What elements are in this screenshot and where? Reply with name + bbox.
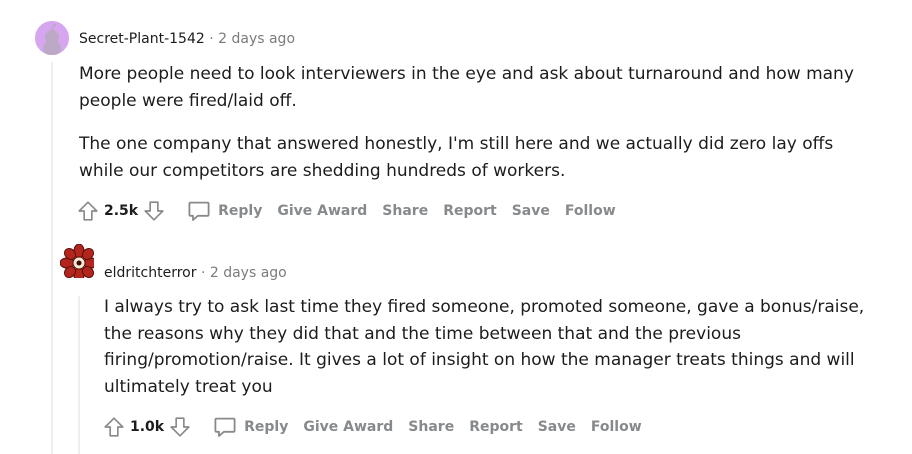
comment-body: More people need to look interviewers in… bbox=[79, 61, 879, 184]
thread-line-2[interactable] bbox=[78, 296, 80, 454]
vote-count: 1.0k bbox=[130, 419, 165, 435]
comment-meta: eldritchterror · 2 days ago bbox=[104, 264, 287, 282]
follow-button[interactable]: Follow bbox=[591, 419, 642, 435]
report-button[interactable]: Report bbox=[443, 203, 497, 219]
reply-label: Reply bbox=[244, 419, 289, 435]
comment-meta: Secret-Plant-1542 · 2 days ago bbox=[79, 30, 295, 48]
avatar[interactable] bbox=[35, 21, 69, 55]
upvote-arrow-icon[interactable] bbox=[76, 199, 100, 223]
speech-bubble-icon bbox=[213, 415, 237, 439]
avatar[interactable] bbox=[60, 244, 94, 278]
timestamp[interactable]: 2 days ago bbox=[218, 31, 295, 47]
comment-actions: 2.5k Reply Give Award Share Report Save … bbox=[76, 197, 616, 225]
demogorgon-avatar-icon bbox=[60, 244, 94, 278]
follow-button[interactable]: Follow bbox=[565, 203, 616, 219]
speech-bubble-icon bbox=[187, 199, 211, 223]
reply-button[interactable]: Reply bbox=[207, 415, 288, 439]
downvote-arrow-icon[interactable] bbox=[142, 199, 166, 223]
comment-body: I always try to ask last time they fired… bbox=[104, 294, 894, 400]
give-award-button[interactable]: Give Award bbox=[277, 203, 367, 219]
thread-line-1[interactable] bbox=[51, 62, 53, 454]
give-award-button[interactable]: Give Award bbox=[303, 419, 393, 435]
author-name[interactable]: eldritchterror bbox=[104, 265, 196, 281]
reply-label: Reply bbox=[218, 203, 263, 219]
share-button[interactable]: Share bbox=[408, 419, 454, 435]
meta-separator: · bbox=[200, 265, 206, 281]
report-button[interactable]: Report bbox=[469, 419, 523, 435]
snoo-avatar-icon bbox=[35, 21, 69, 55]
meta-separator: · bbox=[209, 31, 214, 47]
upvote-arrow-icon[interactable] bbox=[102, 415, 126, 439]
timestamp[interactable]: 2 days ago bbox=[210, 265, 287, 281]
comment-paragraph: More people need to look interviewers in… bbox=[79, 64, 854, 111]
save-button[interactable]: Save bbox=[512, 203, 550, 219]
comment-paragraph: The one company that answered honestly, … bbox=[79, 134, 834, 181]
comment-paragraph: I always try to ask last time they fired… bbox=[104, 297, 865, 397]
vote-count: 2.5k bbox=[104, 203, 139, 219]
comment-actions: 1.0k Reply Give Award Share Report Save … bbox=[102, 413, 642, 441]
share-button[interactable]: Share bbox=[382, 203, 428, 219]
downvote-arrow-icon[interactable] bbox=[168, 415, 192, 439]
save-button[interactable]: Save bbox=[538, 419, 576, 435]
reply-button[interactable]: Reply bbox=[181, 199, 262, 223]
author-name[interactable]: Secret-Plant-1542 bbox=[79, 31, 205, 47]
